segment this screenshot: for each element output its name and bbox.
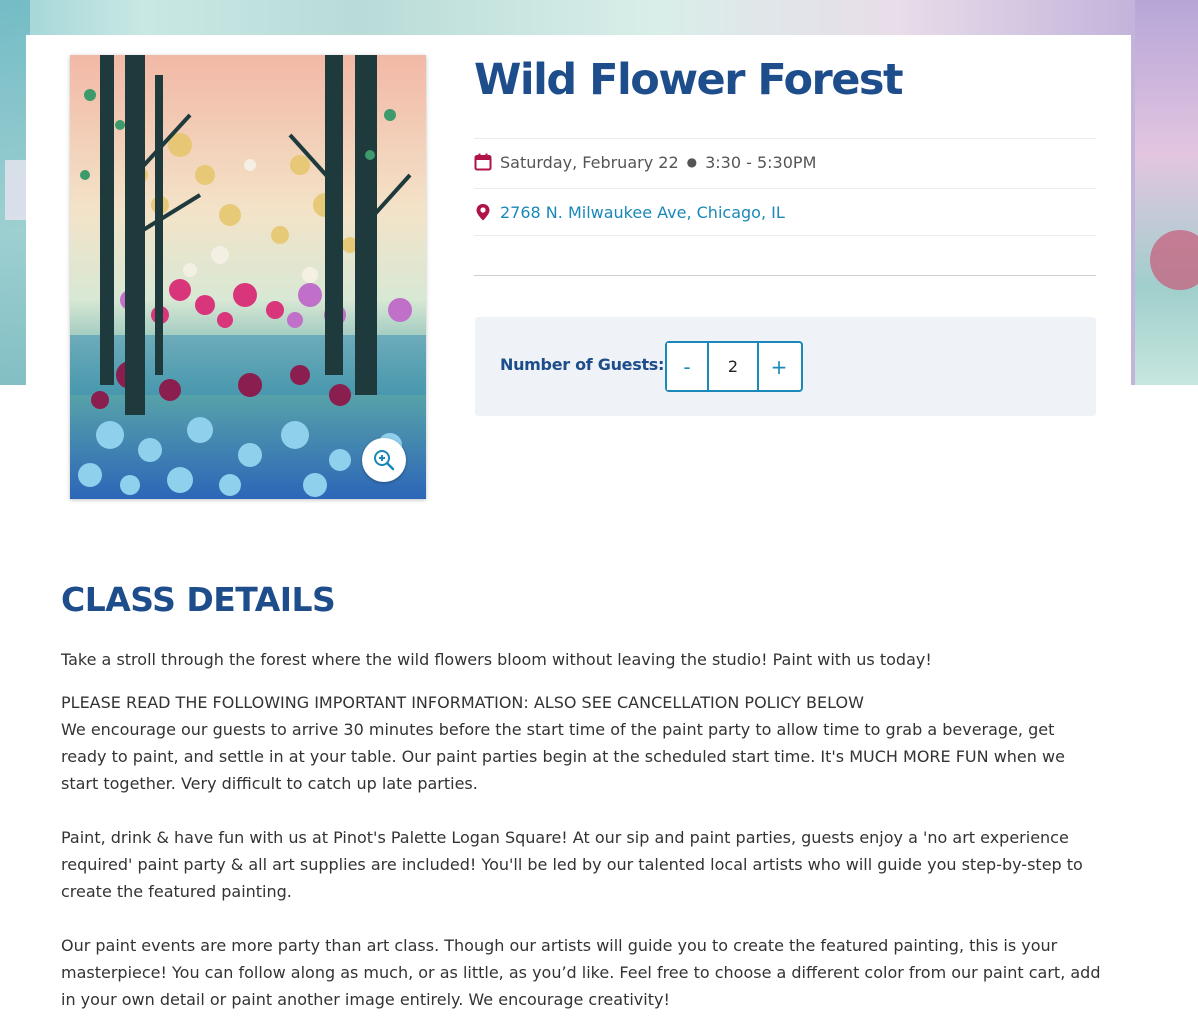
event-time: 3:30 - 5:30PM <box>705 152 817 172</box>
class-intro-text: Take a stroll through the forest where t… <box>61 650 932 669</box>
party-description-text: Paint, drink & have fun with us at Pinot… <box>61 828 1083 901</box>
event-card: Wild Flower Forest Saturday, February 22… <box>26 35 1131 1023</box>
masterpiece-description-text: Our paint events are more party than art… <box>61 936 1101 1009</box>
zoom-in-icon <box>374 450 395 471</box>
important-info-heading: PLEASE READ THE FOLLOWING IMPORTANT INFO… <box>61 693 864 712</box>
decrease-guests-button[interactable]: - <box>667 343 707 390</box>
separator-dot: ● <box>686 155 698 169</box>
important-info-body: We encourage our guests to arrive 30 min… <box>61 720 1065 793</box>
map-pin-icon <box>474 203 492 221</box>
calendar-icon <box>474 153 492 171</box>
event-date-row: Saturday, February 22 ● 3:30 - 5:30PM <box>474 138 1096 185</box>
class-details-heading: CLASS DETAILS <box>61 580 336 619</box>
event-painting-image[interactable] <box>70 55 426 499</box>
guests-count-input[interactable]: 2 <box>707 343 759 390</box>
guests-stepper: - 2 + <box>665 341 803 392</box>
zoom-button[interactable] <box>362 438 406 482</box>
event-title: Wild Flower Forest <box>474 55 904 105</box>
guests-label: Number of Guests: <box>500 355 665 374</box>
event-location-row: 2768 N. Milwaukee Ave, Chicago, IL <box>474 188 1096 236</box>
divider <box>474 275 1096 276</box>
increase-guests-button[interactable]: + <box>759 343 799 390</box>
event-location-link[interactable]: 2768 N. Milwaukee Ave, Chicago, IL <box>500 203 785 222</box>
event-date: Saturday, February 22 <box>500 152 679 172</box>
guest-selector: Number of Guests: - 2 + <box>475 317 1096 416</box>
